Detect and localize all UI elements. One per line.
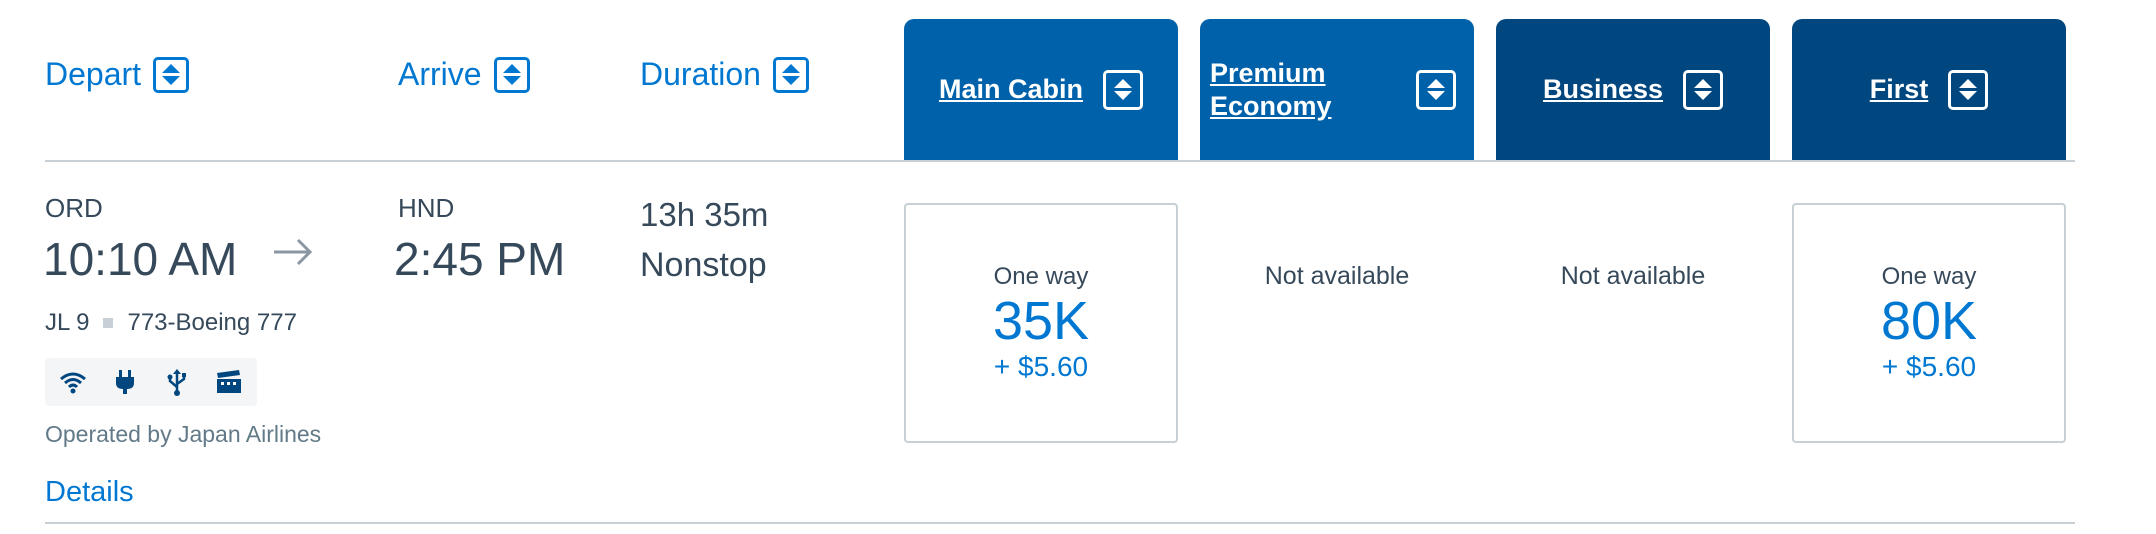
- power-outlet-icon: [103, 360, 147, 404]
- fare-miles: 80K: [1880, 291, 1978, 351]
- fare-label: One way: [1881, 263, 1977, 290]
- fare-label: One way: [993, 263, 1089, 290]
- duration-value: 13h 35m: [640, 196, 769, 233]
- amenities-bar: [45, 358, 257, 406]
- fare-first[interactable]: One way 80K + $5.60: [1792, 203, 2066, 443]
- cabin-header-first[interactable]: First: [1792, 19, 2066, 160]
- aircraft-type: 773-Boeing 777: [127, 309, 297, 336]
- sort-arrows-icon[interactable]: [1683, 69, 1724, 110]
- destination-code: HND: [398, 193, 455, 223]
- wifi-icon: [51, 360, 95, 404]
- cabin-header-main-cabin[interactable]: Main Cabin: [904, 19, 1178, 160]
- sort-duration-header[interactable]: Duration: [640, 56, 809, 93]
- fare-tax: + $5.60: [993, 351, 1089, 382]
- sort-arrows-icon[interactable]: [1103, 69, 1143, 110]
- fare-premium-economy-unavailable: Not available: [1264, 262, 1410, 290]
- separator-square-icon: [103, 318, 114, 328]
- sort-arrows-icon[interactable]: [493, 56, 530, 93]
- operated-by: Operated by Japan Airlines: [45, 421, 322, 447]
- details-link[interactable]: Details: [45, 476, 134, 509]
- cabin-label[interactable]: First: [1870, 73, 1929, 106]
- row-divider: [45, 522, 2075, 524]
- header-divider: [45, 160, 2075, 162]
- fare-miles: 35K: [992, 291, 1090, 351]
- flight-meta: JL 9 773-Boeing 777: [45, 309, 297, 337]
- arrive-header-label: Arrive: [398, 56, 482, 92]
- entertainment-icon: [207, 360, 251, 404]
- cabin-header-business[interactable]: Business: [1496, 19, 1770, 160]
- arrow-right-icon: [272, 236, 314, 273]
- arrive-time: 2:45 PM: [394, 233, 566, 285]
- duration-header-label: Duration: [640, 56, 761, 92]
- sort-arrows-icon[interactable]: [153, 56, 190, 93]
- cabin-label[interactable]: Premium Economy: [1210, 57, 1370, 123]
- stops-value: Nonstop: [640, 246, 767, 284]
- cabin-label[interactable]: Main Cabin: [939, 73, 1083, 106]
- flight-number: JL 9: [45, 309, 90, 336]
- cabin-header-premium-economy[interactable]: Premium Economy: [1200, 19, 1474, 160]
- fare-tax: + $5.60: [1881, 351, 1977, 382]
- fare-business-unavailable: Not available: [1560, 262, 1706, 290]
- sort-arrive-header[interactable]: Arrive: [398, 56, 530, 93]
- usb-icon: [155, 360, 199, 404]
- cabin-label[interactable]: Business: [1543, 73, 1663, 106]
- depart-header-label: Depart: [45, 56, 142, 92]
- sort-arrows-icon[interactable]: [772, 56, 809, 93]
- sort-arrows-icon[interactable]: [1948, 69, 1989, 110]
- origin-code: ORD: [45, 193, 103, 223]
- sort-depart-header[interactable]: Depart: [45, 56, 190, 93]
- depart-time: 10:10 AM: [43, 233, 238, 285]
- sort-arrows-icon[interactable]: [1416, 69, 1456, 110]
- fare-main-cabin[interactable]: One way 35K + $5.60: [904, 203, 1178, 443]
